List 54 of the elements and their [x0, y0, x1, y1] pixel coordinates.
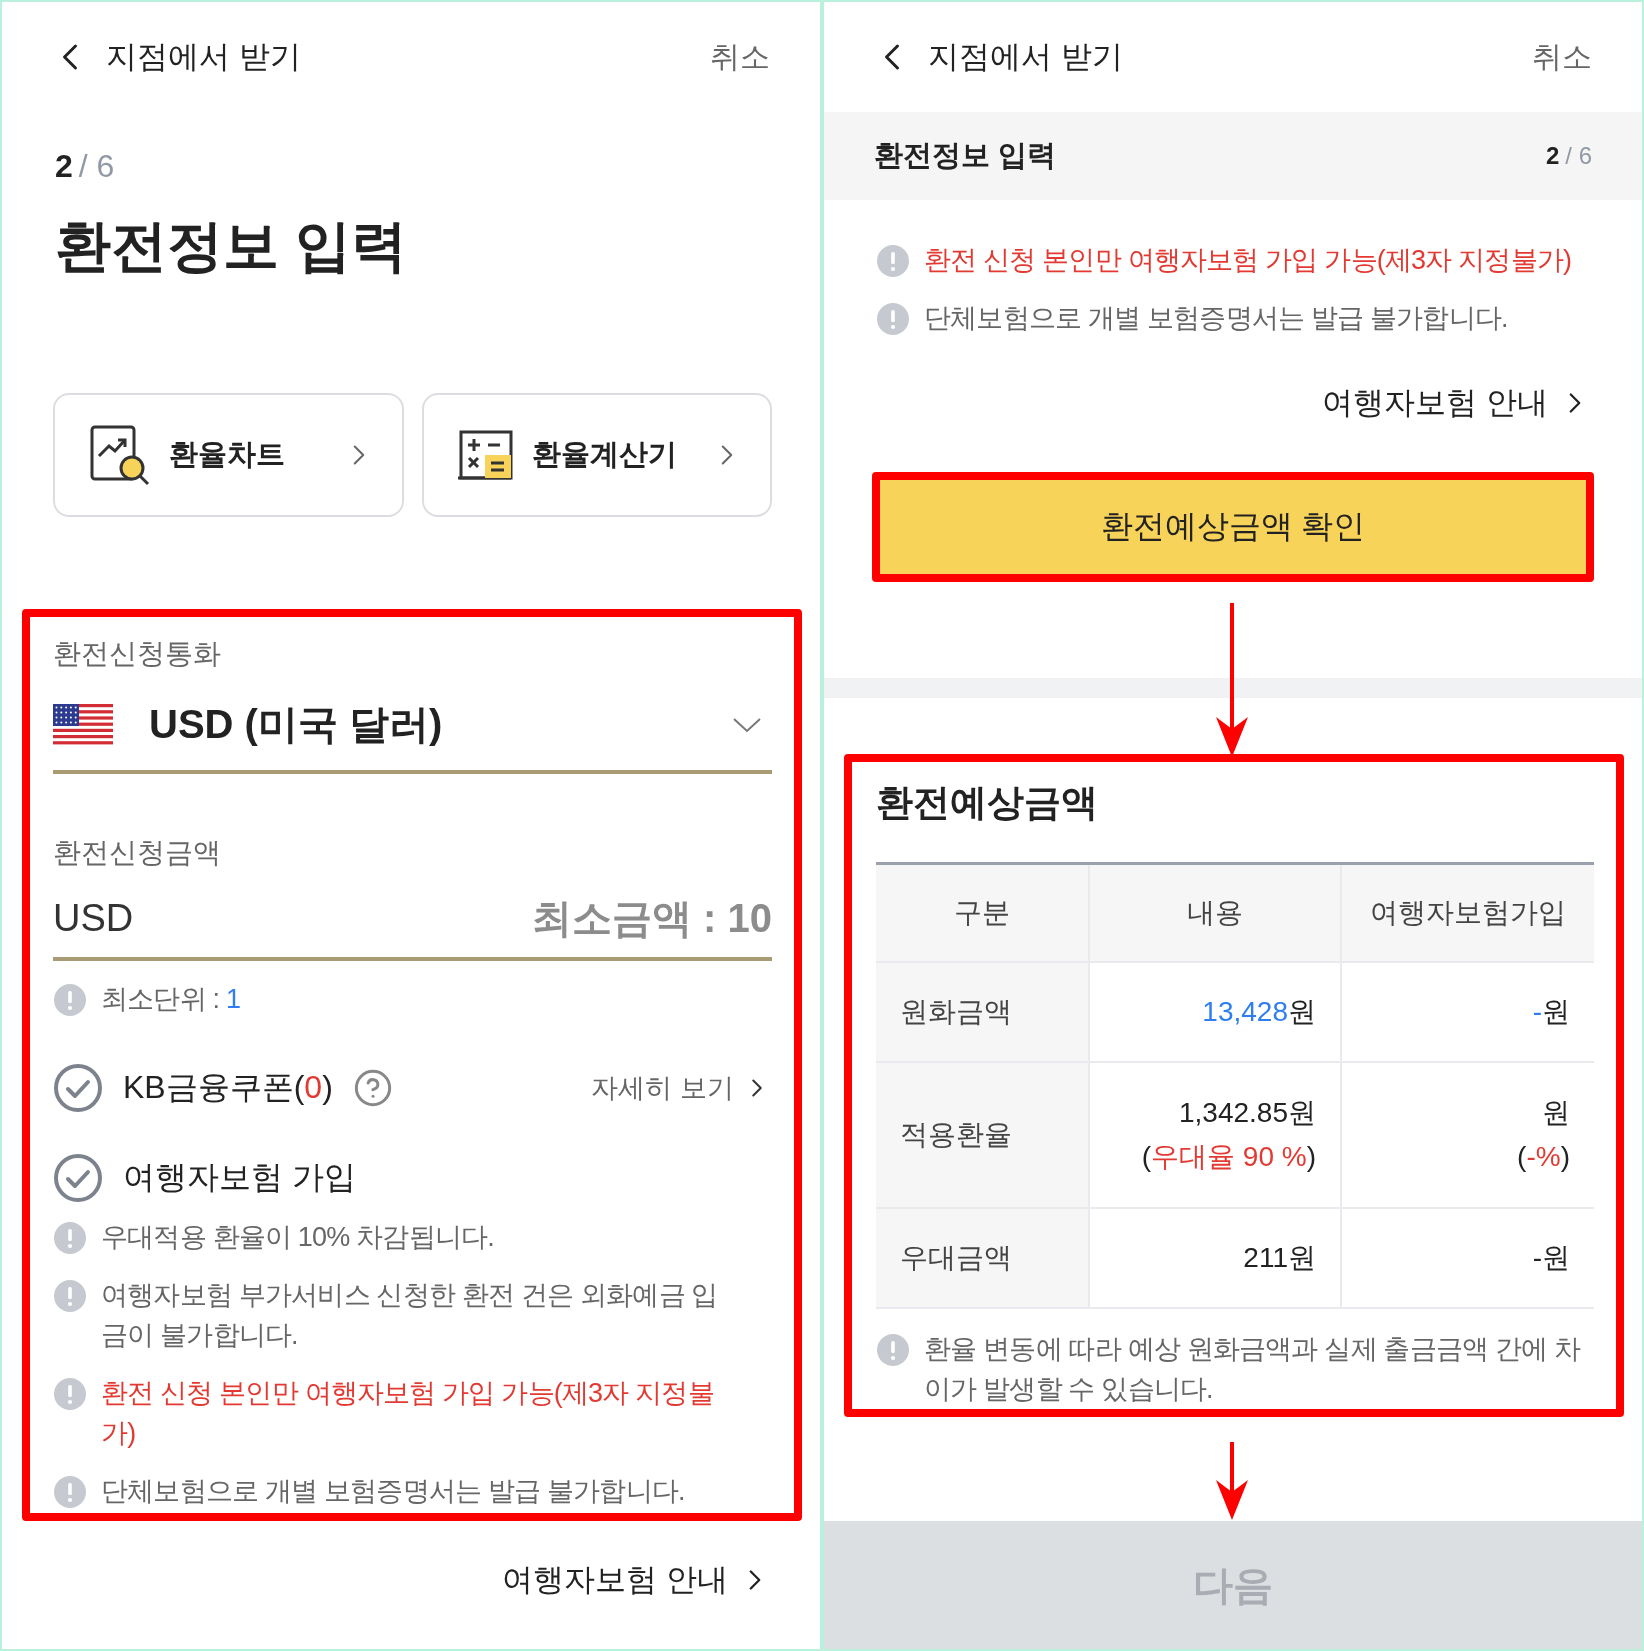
coupon-label: KB금융쿠폰(0) [123, 1068, 333, 1107]
row-label: 원화금액 [876, 963, 1090, 1063]
estimate-button[interactable]: 환전예상금액 확인 [880, 480, 1586, 574]
us-flag-icon [53, 703, 113, 746]
insurance-guide-link[interactable]: 여행자보험 안내 [502, 1559, 772, 1601]
cancel-button[interactable]: 취소 [1532, 36, 1592, 78]
note-text: 단체보험으로 개별 보험증명서는 발급 불가합니다. [101, 1475, 685, 1508]
field-label: 환전신청금액 [53, 836, 222, 870]
result-title: 환전예상금액 [876, 781, 1099, 825]
row-label: 우대금액 [876, 1209, 1090, 1309]
calculator-icon [457, 429, 514, 481]
chart-search-icon [89, 424, 151, 486]
exclamation-icon [53, 1221, 87, 1255]
shortcut-button[interactable]: 환율계산기 [421, 393, 772, 517]
min-unit-text: 최소단위 : 1 [101, 983, 241, 1016]
header-title: 지점에서 받기 [106, 38, 302, 76]
details-link[interactable]: 자세히 보기 [591, 1070, 772, 1106]
field-label: 환전신청통화 [53, 637, 222, 671]
note-text: 환전 신청 본인만 여행자보험 가입 가능(제3자 지정불가) [101, 1377, 715, 1450]
note-text: 환율 변동에 따라 예상 원화금액과 실제 출금금액 간에 차이가 발생할 수 있습니다. [924, 1333, 1582, 1406]
column-header: 여행자보험가입 [1342, 865, 1594, 963]
exclamation-icon [53, 983, 87, 1017]
step-counter: 2 / 6 [1545, 142, 1592, 170]
exclamation-icon [876, 244, 910, 278]
chevron-down-icon [732, 716, 762, 733]
row-label: 적용환율 [876, 1063, 1090, 1209]
header-title: 지점에서 받기 [928, 38, 1124, 76]
note-text: 단체보험으로 개별 보험증명서는 발급 불가합니다. [924, 302, 1508, 335]
column-header: 구분 [876, 865, 1090, 963]
page-title: 환전정보 입력 [55, 213, 408, 279]
check-button[interactable] [53, 1063, 103, 1113]
exclamation-icon [53, 1475, 87, 1509]
section-title: 환전정보 입력 [874, 138, 1058, 173]
note-text: 우대적용 환율이 10% 차감됩니다. [101, 1221, 494, 1254]
shortcut-button[interactable]: 환율차트 [53, 393, 404, 517]
exclamation-icon [876, 1333, 910, 1367]
note-text: 환전 신청 본인만 여행자보험 가입 가능(제3자 지정불가) [924, 244, 1572, 277]
exclamation-icon [53, 1279, 87, 1313]
cancel-button[interactable]: 취소 [710, 36, 770, 78]
table-cell: 1,342.85원 (우대율 90 %) [1090, 1063, 1342, 1209]
exclamation-icon [876, 302, 910, 336]
exclamation-icon [53, 1377, 87, 1411]
insurance-label: 여행자보험 가입 [123, 1158, 356, 1197]
note-text: 여행자보험 부가서비스 신청한 환전 건은 외화예금 입금이 불가합니다. [101, 1279, 719, 1352]
amount-input[interactable]: 최소금액 : 10 [133, 896, 772, 941]
column-header: 내용 [1090, 865, 1342, 963]
table-cell: 211원 [1090, 1209, 1342, 1309]
help-icon[interactable] [352, 1068, 393, 1108]
step-counter: 2 / 6 [55, 148, 116, 185]
currency-select[interactable]: USD (미국 달러) [53, 681, 772, 774]
insurance-guide-link[interactable]: 여행자보험 안내 [1322, 382, 1592, 424]
check-button[interactable] [53, 1153, 103, 1203]
amount-field[interactable]: USD 최소금액 : 10 [53, 886, 772, 961]
table-cell: 13,428원 [1090, 963, 1342, 1063]
